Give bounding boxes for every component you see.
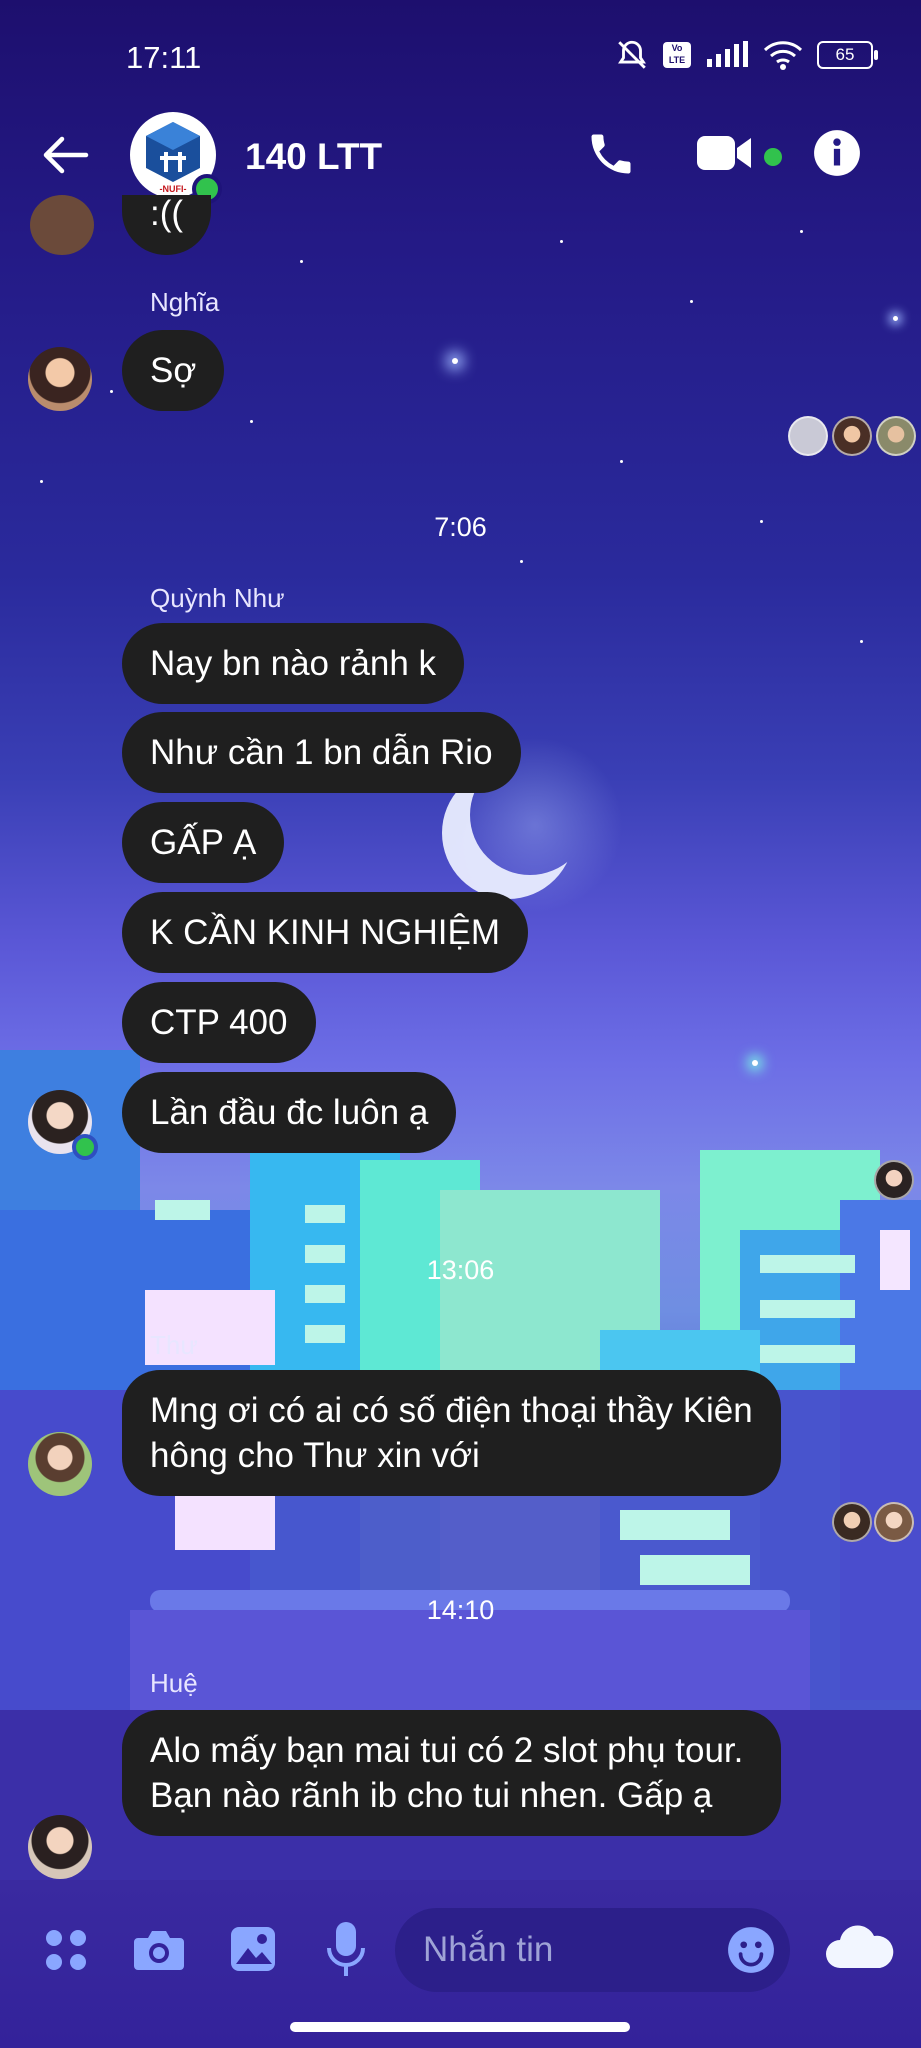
message-text: Như cần 1 bn dẫn Rio [150, 733, 493, 772]
apps-icon[interactable] [42, 1926, 90, 1974]
message-text: Sợ [150, 351, 197, 390]
wifi-icon [763, 41, 803, 70]
read-receipt-avatar [876, 416, 916, 456]
message-bubble[interactable]: K CẦN KINH NGHIỆM [122, 892, 529, 973]
mic-icon[interactable] [326, 1920, 366, 1978]
message-text: GẤP Ạ [150, 823, 257, 862]
message-text: Nay bn nào rảnh k [150, 644, 437, 683]
message-bubble[interactable]: Như cần 1 bn dẫn Rio [122, 712, 521, 793]
timestamp: 7:06 [434, 512, 487, 542]
online-indicator [72, 1134, 98, 1160]
video-icon[interactable] [695, 130, 755, 176]
read-receipt-avatar [832, 416, 872, 456]
home-indicator[interactable] [290, 2022, 630, 2032]
svg-text:-NUFI-: -NUFI- [160, 184, 187, 194]
camera-icon[interactable] [132, 1926, 186, 1974]
phone-icon[interactable] [585, 128, 637, 180]
message-bubble[interactable]: Mng ơi có ai có số điện thoại thầy Kiên … [122, 1370, 781, 1496]
emoji-icon[interactable] [726, 1925, 776, 1975]
message-bubble[interactable]: Alo mấy bạn mai tui có 2 slot phụ tour. … [122, 1710, 781, 1836]
avatar-hue[interactable] [28, 1815, 92, 1879]
read-receipt-avatar [874, 1160, 914, 1200]
signal-icon [707, 41, 748, 67]
volte-icon: Vo LTE [663, 42, 691, 68]
video-active-dot [764, 148, 782, 166]
avatar[interactable] [30, 195, 94, 255]
read-receipt-avatar [874, 1502, 914, 1542]
battery-icon: 65 [817, 41, 878, 69]
message-bubble[interactable]: Sợ [122, 330, 225, 411]
message-composer: Nhắn tin [0, 1880, 921, 2048]
chat-header: -NUFI- 140 LTT [0, 100, 921, 210]
message-bubble[interactable]: CTP 400 [122, 982, 316, 1063]
battery-level: 65 [835, 45, 855, 64]
message-bubble[interactable]: :(( [122, 194, 212, 255]
info-icon[interactable] [812, 128, 862, 178]
timestamp: 13:06 [426, 1255, 495, 1285]
message-text: Alo mấy bạn mai tui có 2 slot phụ tour. … [150, 1731, 744, 1815]
read-receipt-avatar [832, 1502, 872, 1542]
message-text: CTP 400 [150, 1003, 288, 1042]
message-bubble[interactable]: Lần đầu đc luôn ạ [122, 1072, 457, 1153]
message-text: :(( [150, 194, 184, 233]
message-bubble[interactable]: GẤP Ạ [122, 802, 285, 883]
sender-name: Quỳnh Như [150, 583, 285, 613]
message-bubble[interactable]: Nay bn nào rảnh k [122, 623, 465, 704]
sender-name: Nghĩa [150, 287, 220, 317]
chat-title[interactable]: 140 LTT [245, 136, 382, 178]
timestamp: 14:10 [426, 1595, 495, 1625]
message-text: K CẦN KINH NGHIỆM [150, 913, 501, 952]
message-text: Lần đầu đc luôn ạ [150, 1093, 429, 1132]
message-text: Mng ơi có ai có số điện thoại thầy Kiên … [150, 1391, 753, 1475]
avatar-thu[interactable] [28, 1432, 92, 1496]
sender-name: Huệ [150, 1668, 198, 1698]
message-input[interactable]: Nhắn tin [395, 1908, 790, 1992]
read-receipt-avatar [788, 416, 828, 456]
bell-muted-icon [618, 40, 646, 69]
back-arrow-icon[interactable] [40, 135, 90, 175]
message-input-placeholder: Nhắn tin [423, 1930, 554, 1969]
status-time: 17:11 [126, 40, 202, 75]
gallery-icon[interactable] [228, 1924, 278, 1974]
cloud-icon[interactable] [822, 1922, 896, 1974]
sender-name: Thư [150, 1330, 198, 1360]
avatar-nghia[interactable] [28, 347, 92, 411]
